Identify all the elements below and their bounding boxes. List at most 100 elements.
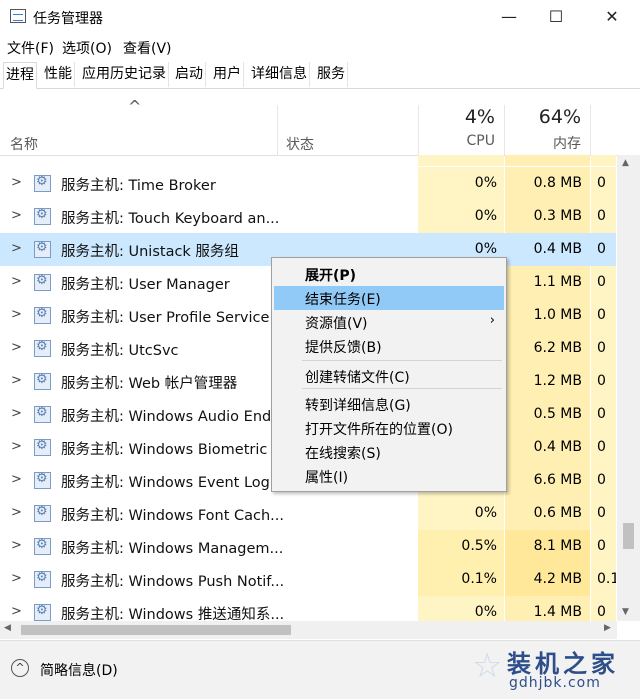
column-cpu[interactable]: CPU — [418, 133, 495, 149]
process-disk: 0 — [597, 307, 606, 323]
table-row[interactable]: > 服务主机: Windows Font Cach... 0% 0.6 MB 0 — [0, 497, 616, 530]
tab-users[interactable]: 用户 — [211, 62, 244, 87]
context-menu-item[interactable]: 打开文件所在的位置(O) — [274, 416, 504, 440]
expand-chevron-icon[interactable]: > — [11, 538, 22, 553]
menu-options[interactable]: 选项(O) — [62, 38, 112, 58]
watermark-star-icon: ☆ — [472, 646, 503, 686]
expand-chevron-icon[interactable]: > — [11, 406, 22, 421]
expand-chevron-icon[interactable]: > — [11, 307, 22, 322]
context-menu-item[interactable]: 资源值(V) › — [274, 310, 504, 334]
process-name: 服务主机: Time Broker — [61, 178, 216, 194]
collapse-icon[interactable]: ^ — [11, 659, 29, 677]
process-memory: 0.4 MB — [533, 439, 582, 455]
process-name: 服务主机: Windows Audio End... — [61, 409, 286, 425]
context-menu-item[interactable]: 创建转储文件(C) — [274, 364, 504, 388]
expand-chevron-icon[interactable]: > — [11, 208, 22, 223]
column-memory[interactable]: 内存 — [505, 133, 581, 153]
minimize-button[interactable]: — — [486, 0, 532, 34]
process-disk: 0 — [597, 604, 606, 620]
service-host-icon — [34, 471, 51, 489]
process-memory: 4.2 MB — [533, 571, 582, 587]
scroll-down-icon[interactable]: ▼ — [622, 607, 629, 617]
process-name: 服务主机: Windows Managem... — [61, 541, 284, 557]
fewer-details-link[interactable]: 简略信息(D) — [40, 660, 118, 680]
table-row[interactable]: > 服务主机: Touch Keyboard an... 0% 0.3 MB 0 — [0, 200, 616, 233]
column-header: ^ 名称 状态 4% CPU 64% 内存 — [0, 89, 640, 156]
context-menu: 展开(P) 结束任务(E) 资源值(V) › 提供反馈(B) 创建转储文件(C) 转到详细信… — [271, 257, 507, 492]
process-disk: 0.1 — [597, 571, 616, 587]
expand-chevron-icon[interactable]: > — [11, 604, 22, 619]
process-memory: 1.2 MB — [533, 373, 582, 389]
maximize-button[interactable]: ☐ — [533, 0, 579, 34]
menu-separator — [302, 388, 502, 389]
expand-chevron-icon[interactable]: > — [11, 241, 22, 256]
tab-performance[interactable]: 性能 — [42, 62, 75, 87]
expand-chevron-icon[interactable]: > — [11, 373, 22, 388]
column-name[interactable]: 名称 — [10, 134, 38, 154]
scroll-left-icon[interactable]: ◀ — [4, 623, 11, 633]
expand-chevron-icon[interactable]: > — [11, 571, 22, 586]
context-menu-item[interactable]: 结束任务(E) — [274, 286, 504, 310]
process-memory: 1.4 MB — [533, 604, 582, 620]
service-host-icon — [34, 438, 51, 456]
vertical-scrollbar[interactable] — [617, 155, 640, 621]
expand-chevron-icon[interactable]: > — [11, 505, 22, 520]
service-host-icon — [34, 339, 51, 357]
process-name: 服务主机: Touch Keyboard an... — [61, 211, 280, 227]
expand-chevron-icon[interactable]: > — [11, 472, 22, 487]
table-row[interactable]: > 服务主机: Windows Push Notif... 0.1% 4.2 MB 0.… — [0, 563, 616, 596]
column-divider — [277, 105, 278, 155]
process-name: 服务主机: Windows 推送通知系... — [61, 607, 285, 621]
context-menu-item[interactable]: 在线搜索(S) — [274, 440, 504, 464]
service-host-icon — [34, 306, 51, 324]
context-menu-item-label: 创建转储文件(C) — [305, 370, 410, 386]
expand-chevron-icon[interactable]: > — [11, 439, 22, 454]
menu-view[interactable]: 查看(V) — [123, 38, 172, 58]
process-memory: 6.6 MB — [533, 472, 582, 488]
process-disk: 0 — [597, 208, 606, 224]
scroll-right-icon[interactable]: ▶ — [604, 623, 611, 633]
column-status[interactable]: 状态 — [286, 134, 314, 154]
tab-startup[interactable]: 启动 — [173, 62, 206, 87]
context-menu-item[interactable]: 转到详细信息(G) — [274, 392, 504, 416]
expand-chevron-icon[interactable]: > — [11, 340, 22, 355]
memory-total[interactable]: 64% — [505, 106, 581, 128]
process-disk: 0 — [597, 406, 606, 422]
process-name: 服务主机: Web 帐户管理器 — [61, 376, 238, 392]
vertical-scroll-thumb[interactable] — [623, 523, 634, 549]
table-row[interactable]: > 服务主机: Time Broker 0% 0.8 MB 0 — [0, 167, 616, 200]
column-divider — [590, 105, 591, 155]
menu-file[interactable]: 文件(F) — [7, 38, 54, 58]
process-disk: 0 — [597, 472, 606, 488]
service-host-icon — [34, 273, 51, 291]
window-title: 任务管理器 — [33, 11, 103, 27]
scroll-up-icon[interactable]: ▲ — [622, 158, 629, 168]
context-menu-item[interactable]: 属性(I) — [274, 464, 504, 488]
watermark-logo: 装机之家 — [507, 650, 619, 678]
close-button[interactable]: ✕ — [589, 0, 635, 34]
process-memory: 0.6 MB — [533, 505, 582, 521]
process-memory: 1.0 MB — [533, 307, 582, 323]
process-memory: 8.1 MB — [533, 538, 582, 554]
context-menu-item[interactable]: 展开(P) — [274, 262, 504, 286]
process-name: 服务主机: User Manager — [61, 277, 230, 293]
process-cpu: 0% — [474, 505, 497, 521]
context-menu-item[interactable]: 提供反馈(B) — [274, 334, 504, 358]
context-menu-item-label: 转到详细信息(G) — [305, 398, 411, 414]
tab-services[interactable]: 服务 — [315, 62, 348, 87]
tab-processes[interactable]: 进程 — [3, 62, 37, 89]
context-menu-item-label: 打开文件所在的位置(O) — [305, 422, 453, 438]
cpu-total[interactable]: 4% — [418, 106, 495, 128]
tab-app-history[interactable]: 应用历史记录 — [80, 62, 169, 87]
task-manager-icon — [10, 9, 26, 23]
expand-chevron-icon[interactable]: > — [11, 274, 22, 289]
tab-details[interactable]: 详细信息 — [249, 62, 310, 87]
table-row[interactable]: > 服务主机: Windows Managem... 0.5% 8.1 MB 0 — [0, 530, 616, 563]
horizontal-scroll-thumb[interactable] — [21, 625, 291, 635]
expand-chevron-icon[interactable]: > — [11, 175, 22, 190]
process-name: 服务主机: Windows Font Cach... — [61, 508, 285, 524]
table-row[interactable]: > 服务主机: Windows 推送通知系... 0% 1.4 MB 0 — [0, 596, 616, 621]
menu-bar: 文件(F) 选项(O) 查看(V) — [0, 36, 640, 58]
process-name: 服务主机: UtcSvc — [61, 343, 179, 359]
process-memory: 1.1 MB — [533, 274, 582, 290]
